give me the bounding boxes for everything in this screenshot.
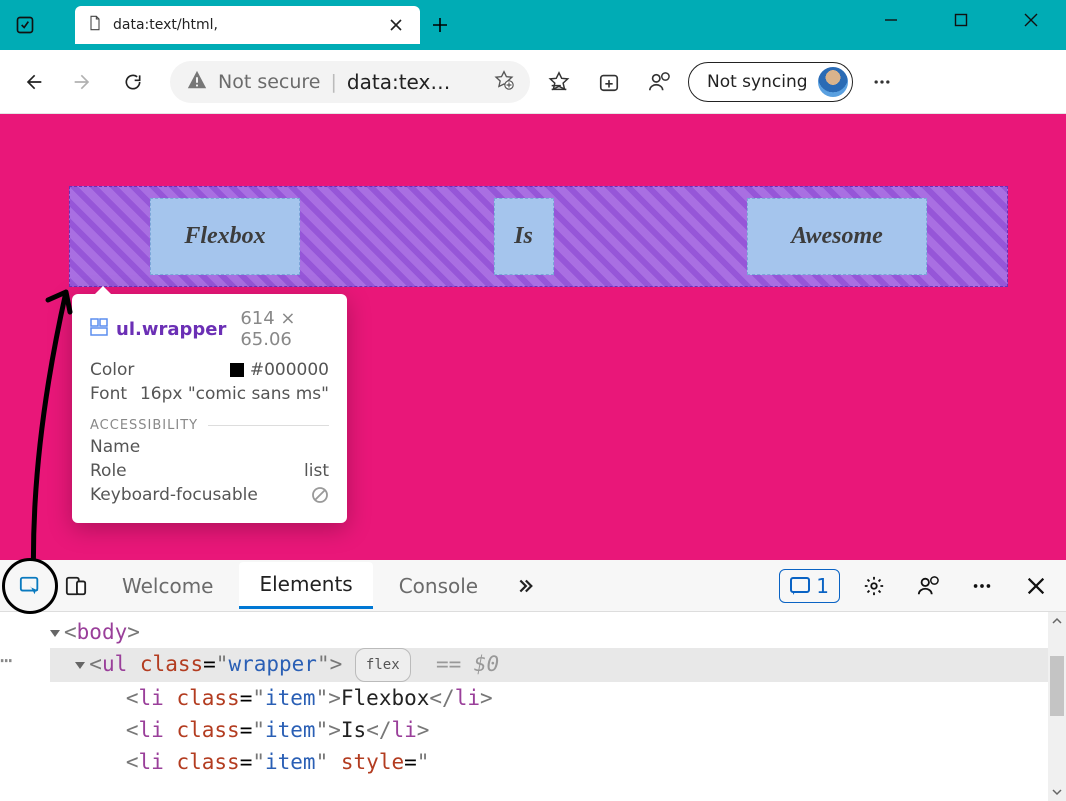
new-tab-button[interactable] [420,6,460,44]
feedback-icon[interactable] [908,566,948,606]
tab-elements[interactable]: Elements [239,562,372,609]
scroll-thumb[interactable] [1050,656,1064,716]
titlebar-left: data:text/html, [0,0,460,50]
a11y-role-label: Role [90,461,127,481]
minimize-button[interactable] [856,0,926,40]
security-label: Not secure [218,71,321,93]
elements-panel: ⋯ <body> <ul class="wrapper"> flex == $0… [0,612,1066,801]
collections-icon[interactable] [588,61,630,103]
highlighted-flex-container[interactable]: Flexbox Is Awesome [69,186,1008,287]
window-titlebar: data:text/html, [0,0,1066,50]
flex-badge[interactable]: flex [355,648,411,682]
window-controls [856,0,1066,50]
tab-actions-icon[interactable] [0,0,50,50]
flex-badge-icon [90,318,108,340]
color-swatch [230,363,244,377]
devtools-close-icon[interactable] [1016,566,1056,606]
tooltip-font-value: 16px "comic sans ms" [140,384,329,404]
tab-console[interactable]: Console [379,564,498,608]
a11y-header: ACCESSIBILITY [90,418,198,433]
element-inspect-tooltip: ul.wrapper 614 × 65.06 Color #000000 Font… [72,294,347,523]
tooltip-color-label: Color [90,360,134,380]
tooltip-font-label: Font [90,384,127,404]
not-secure-icon [186,69,208,95]
settings-icon[interactable] [854,566,894,606]
scroll-down-icon[interactable] [1048,783,1066,801]
flex-item[interactable]: Awesome [747,198,927,275]
more-tabs-button[interactable] [504,566,544,606]
profile-sync-pill[interactable]: Not syncing [688,62,853,102]
tab-title: data:text/html, [113,17,374,33]
person-icon[interactable] [638,61,680,103]
tab-welcome[interactable]: Welcome [102,564,233,608]
avatar [818,67,848,97]
devtools-panel: Welcome Elements Console 1 ⋯ <body> <ul … [0,560,1066,801]
kebab-menu-icon[interactable] [962,566,1002,606]
scroll-up-icon[interactable] [1048,612,1066,630]
browser-tab[interactable]: data:text/html, [75,6,420,44]
page-icon [87,15,103,35]
tooltip-color-value: #000000 [250,360,329,380]
sync-label: Not syncing [707,72,808,92]
tab-close-icon[interactable] [384,13,408,37]
favorite-add-icon[interactable] [494,70,514,94]
favorites-icon[interactable] [538,61,580,103]
issues-count: 1 [816,574,829,598]
a11y-kbf-label: Keyboard-focusable [90,485,258,505]
browser-toolbar: Not secure | data:tex… Not syncing [0,50,1066,114]
maximize-button[interactable] [926,0,996,40]
address-bar[interactable]: Not secure | data:tex… [170,61,530,103]
back-button[interactable] [12,61,54,103]
separator: | [331,71,337,93]
flex-item[interactable]: Flexbox [150,198,300,275]
dom-tree[interactable]: <body> <ul class="wrapper"> flex == $0 <… [0,612,1048,801]
more-menu-icon[interactable] [861,61,903,103]
a11y-role-value: list [304,461,329,481]
device-toggle-button[interactable] [56,566,96,606]
element-picker-button[interactable] [10,566,50,606]
flex-item[interactable]: Is [494,198,554,275]
issues-button[interactable]: 1 [779,569,840,603]
tooltip-selector: ul.wrapper [116,319,226,340]
scrollbar[interactable] [1048,612,1066,801]
close-window-button[interactable] [996,0,1066,40]
a11y-name-label: Name [90,437,140,457]
url-display: data:tex… [347,70,450,94]
devtools-right: 1 [779,566,1056,606]
tooltip-dimensions: 614 × 65.06 [240,308,329,350]
breadcrumb-ellipsis[interactable]: ⋯ [0,648,12,672]
devtools-tabbar: Welcome Elements Console 1 [0,560,1066,612]
not-focusable-icon [311,486,329,504]
rendered-page: Flexbox Is Awesome ul.wrapper 614 × 65.0… [0,114,1066,560]
refresh-button[interactable] [112,61,154,103]
forward-button[interactable] [62,61,104,103]
